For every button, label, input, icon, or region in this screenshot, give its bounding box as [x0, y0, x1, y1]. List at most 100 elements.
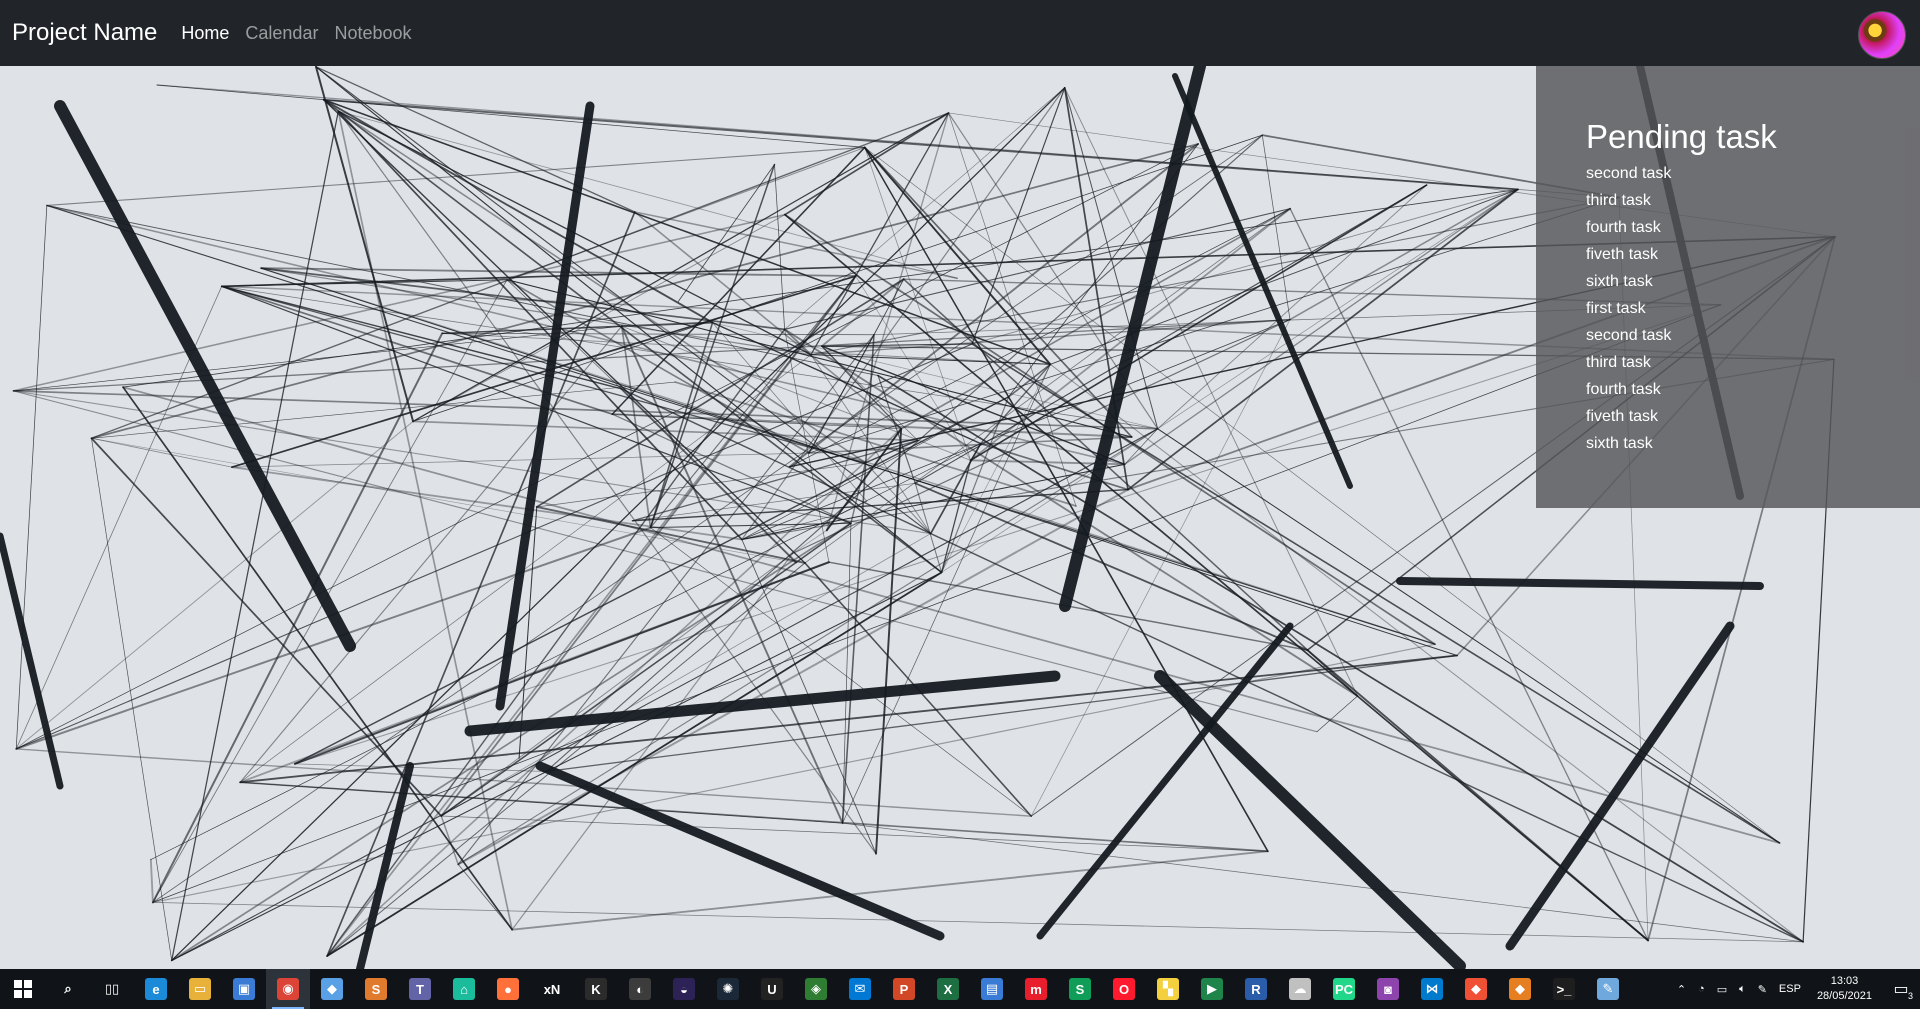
- s-app-icon: S: [1069, 978, 1091, 1000]
- taskbar-app[interactable]: R: [1234, 969, 1278, 1009]
- taskbar-app[interactable]: e: [134, 969, 178, 1009]
- task-item[interactable]: third task: [1586, 187, 1920, 214]
- nav-link-notebook[interactable]: Notebook: [334, 23, 411, 44]
- mail-icon: ✉: [849, 978, 871, 1000]
- task-view-icon: ▯▯: [101, 978, 123, 1000]
- taskbar-app[interactable]: ▯▯: [90, 969, 134, 1009]
- taskbar-app[interactable]: ⌕: [46, 969, 90, 1009]
- teams-like-icon: T: [409, 978, 431, 1000]
- firefox-icon: ●: [497, 978, 519, 1000]
- taskbar-app[interactable]: S: [354, 969, 398, 1009]
- windows-taskbar: ⌕ ▯▯ e ▭ ▣ ◉ ◆ S T ⌂ ● xN K ◐ ◒ ✺ U ◈ ✉ P X ▤ m S O ▚ ▶ R ☁ PC ◙ ⋈ ◆ ◆ >_ ✎…: [0, 969, 1920, 1009]
- clock[interactable]: 13:03 28/05/2021: [1807, 974, 1882, 1004]
- taskbar-app[interactable]: ✺: [706, 969, 750, 1009]
- taskbar-apps: ⌕ ▯▯ e ▭ ▣ ◉ ◆ S T ⌂ ● xN K ◐ ◒ ✺ U ◈ ✉ P X ▤ m S O ▚ ▶ R ☁ PC ◙ ⋈ ◆ ◆ >_ ✎: [46, 969, 1630, 1009]
- pycharm-icon: PC: [1333, 978, 1355, 1000]
- task-item[interactable]: fiveth task: [1586, 403, 1920, 430]
- vscode-icon: ⋈: [1421, 978, 1443, 1000]
- taskbar-app[interactable]: ◈: [794, 969, 838, 1009]
- taskbar-app[interactable]: ◆: [310, 969, 354, 1009]
- taskbar-app[interactable]: ◆: [1454, 969, 1498, 1009]
- task-item[interactable]: fiveth task: [1586, 241, 1920, 268]
- task-item[interactable]: first task: [1586, 295, 1920, 322]
- notification-center-button[interactable]: ▭ 3: [1882, 969, 1920, 1009]
- taskbar-app[interactable]: O: [1102, 969, 1146, 1009]
- taskbar-app[interactable]: ⋈: [1410, 969, 1454, 1009]
- taskbar-app[interactable]: ◆: [1498, 969, 1542, 1009]
- search-icon: ⌕: [57, 978, 79, 1000]
- pending-task-panel: Pending task second task third task fourth…: [1536, 66, 1920, 508]
- taskbar-app[interactable]: ▤: [970, 969, 1014, 1009]
- git-kraken-icon: ◐: [629, 978, 651, 1000]
- taskbar-app[interactable]: T: [398, 969, 442, 1009]
- nav-link-home[interactable]: Home: [181, 23, 229, 44]
- media-player-icon: ▶: [1201, 978, 1223, 1000]
- task-item[interactable]: second task: [1586, 322, 1920, 349]
- taskbar-app[interactable]: ◉: [266, 969, 310, 1009]
- notification-count: 3: [1907, 991, 1913, 1001]
- taskbar-app[interactable]: ▶: [1190, 969, 1234, 1009]
- taskbar-app[interactable]: S: [1058, 969, 1102, 1009]
- taskbar-app[interactable]: ✎: [1586, 969, 1630, 1009]
- store-icon: ▣: [233, 978, 255, 1000]
- taskbar-app[interactable]: m: [1014, 969, 1058, 1009]
- taskbar-app[interactable]: ◒: [662, 969, 706, 1009]
- nav-link-calendar[interactable]: Calendar: [245, 23, 318, 44]
- chevron-up-icon[interactable]: ⌃: [1671, 983, 1692, 996]
- taskbar-app[interactable]: ☁: [1278, 969, 1322, 1009]
- dark-app-icon: K: [585, 978, 607, 1000]
- clock-time: 13:03: [1830, 975, 1859, 987]
- task-item[interactable]: fourth task: [1586, 214, 1920, 241]
- opera-icon: O: [1113, 978, 1135, 1000]
- task-item[interactable]: third task: [1586, 349, 1920, 376]
- taskbar-app[interactable]: ▭: [178, 969, 222, 1009]
- files-icon: ▤: [981, 978, 1003, 1000]
- task-item[interactable]: fourth task: [1586, 376, 1920, 403]
- r-app-icon: R: [1245, 978, 1267, 1000]
- windows-logo-icon: [14, 980, 32, 998]
- user-avatar[interactable]: [1858, 11, 1906, 59]
- pending-task-title: Pending task: [1586, 118, 1777, 155]
- taskbar-app[interactable]: ◐: [618, 969, 662, 1009]
- terminal-icon: >_: [1553, 978, 1575, 1000]
- taskbar-app[interactable]: X: [926, 969, 970, 1009]
- volume-icon[interactable]: 🔈︎: [1733, 983, 1752, 996]
- brand-title[interactable]: Project Name: [12, 19, 157, 47]
- purple-app-icon: ◙: [1377, 978, 1399, 1000]
- task-item[interactable]: sixth task: [1586, 268, 1920, 295]
- file-explorer-icon: ▭: [189, 978, 211, 1000]
- start-button[interactable]: [0, 969, 46, 1009]
- box-icon: ◆: [321, 978, 343, 1000]
- taskbar-app[interactable]: P: [882, 969, 926, 1009]
- taskbar-app[interactable]: K: [574, 969, 618, 1009]
- task-item[interactable]: sixth task: [1586, 430, 1920, 457]
- taskbar-app[interactable]: ◙: [1366, 969, 1410, 1009]
- display-icon[interactable]: ▭: [1711, 983, 1733, 996]
- m-app-icon: m: [1025, 978, 1047, 1000]
- house-icon: ⌂: [453, 978, 475, 1000]
- git-icon: ◆: [1465, 978, 1487, 1000]
- language-indicator[interactable]: ESP: [1773, 983, 1807, 995]
- steam-icon: ✺: [717, 978, 739, 1000]
- chrome-icon: ◉: [277, 978, 299, 1000]
- pen-icon[interactable]: ✎: [1752, 983, 1773, 996]
- task-item[interactable]: second task: [1586, 160, 1920, 187]
- taskbar-app[interactable]: U: [750, 969, 794, 1009]
- git-extensions-icon: ◈: [805, 978, 827, 1000]
- taskbar-app[interactable]: ▣: [222, 969, 266, 1009]
- paint-icon: ✎: [1597, 978, 1619, 1000]
- taskbar-app[interactable]: xN: [530, 969, 574, 1009]
- system-tray: ⌃ ◔ ▭ 🔈︎ ✎ ESP 13:03 28/05/2021 ▭ 3: [1671, 969, 1920, 1009]
- taskbar-app[interactable]: ▚: [1146, 969, 1190, 1009]
- unreal-icon: U: [761, 978, 783, 1000]
- eclipse-icon: ◒: [673, 978, 695, 1000]
- notification-icon: ▭: [1893, 981, 1909, 998]
- taskbar-app[interactable]: ●: [486, 969, 530, 1009]
- git-gui-icon: ◆: [1509, 978, 1531, 1000]
- taskbar-app[interactable]: ⌂: [442, 969, 486, 1009]
- cloud-app-icon: ☁: [1289, 978, 1311, 1000]
- taskbar-app[interactable]: ✉: [838, 969, 882, 1009]
- taskbar-app[interactable]: PC: [1322, 969, 1366, 1009]
- network-icon[interactable]: ◔: [1692, 983, 1711, 995]
- taskbar-app[interactable]: >_: [1542, 969, 1586, 1009]
